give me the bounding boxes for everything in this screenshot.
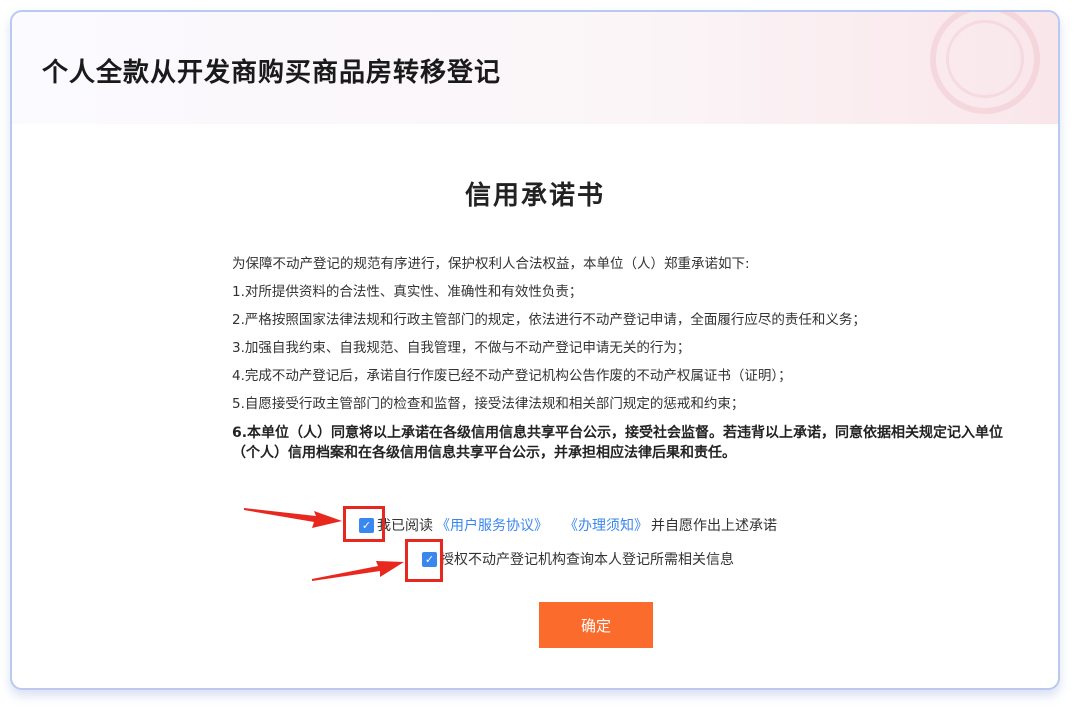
annotation-highlight-box	[405, 539, 443, 582]
annotation-highlight-box	[343, 506, 385, 542]
commitment-item-4: 4.完成不动产登记后，承诺自行作废已经不动产登记机构公告作废的不动产权属证书（证…	[232, 368, 792, 384]
page-header: 个人全款从开发商购买商品房转移登记	[12, 12, 1058, 124]
document-title: 信用承诺书	[464, 181, 605, 211]
agree-read-row: ✓ 我已阅读 《用户服务协议》 《办理须知》 并自愿作出上述承诺	[359, 515, 777, 535]
commitment-item-2: 2.严格按照国家法律法规和行政主管部门的规定，依法进行不动产登记申请，全面履行应…	[232, 312, 866, 328]
user-service-agreement-link[interactable]: 《用户服务协议》	[436, 515, 548, 535]
red-arrow-icon	[244, 508, 342, 528]
read-prefix-text: 我已阅读	[377, 518, 433, 534]
main-card: 个人全款从开发商购买商品房转移登记 信用承诺书 为保障不动产登记的规范有序进行，…	[10, 10, 1060, 690]
authorize-text: 授权不动产登记机构查询本人登记所需相关信息	[440, 552, 734, 568]
confirm-button[interactable]: 确定	[539, 602, 653, 648]
red-arrow-icon	[312, 561, 404, 581]
commitment-item-6: 6.本单位（人）同意将以上承诺在各级信用信息共享平台公示，接受社会监督。若违背以…	[232, 425, 1004, 461]
commitment-item-1: 1.对所提供资料的合法性、真实性、准确性和有效性负责；	[232, 284, 583, 300]
handling-notice-link[interactable]: 《办理须知》	[564, 515, 648, 535]
read-suffix-text: 并自愿作出上述承诺	[651, 518, 777, 534]
commitment-text: 为保障不动产登记的规范有序进行，保护权利人合法权益，本单位（人）郑重承诺如下: …	[232, 255, 1022, 472]
commitment-item-3: 3.加强自我约束、自我规范、自我管理，不做与不动产登记申请无关的行为；	[232, 340, 691, 356]
page-title: 个人全款从开发商购买商品房转移登记	[42, 58, 502, 88]
commitment-intro: 为保障不动产登记的规范有序进行，保护权利人合法权益，本单位（人）郑重承诺如下:	[232, 256, 750, 272]
commitment-item-5: 5.自愿接受行政主管部门的检查和监督，接受法律法规和相关部门规定的惩戒和约束；	[232, 396, 745, 412]
authorize-row: ✓ 授权不动产登记机构查询本人登记所需相关信息	[422, 549, 734, 569]
emblem-watermark-inner	[946, 20, 1024, 98]
